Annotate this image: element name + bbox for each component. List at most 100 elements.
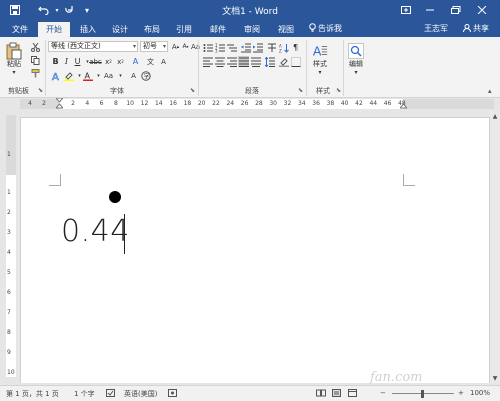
- subscript-icon[interactable]: x2: [103, 56, 114, 67]
- font-size-combo[interactable]: 初号 ▾: [140, 41, 168, 52]
- clipboard-launcher-icon[interactable]: ⬊: [38, 87, 43, 94]
- strikethrough-icon[interactable]: abc: [89, 56, 102, 67]
- font-color-icon[interactable]: A: [82, 70, 93, 81]
- read-mode-icon[interactable]: [316, 389, 326, 399]
- scroll-down-icon[interactable]: ▼: [490, 373, 500, 383]
- document-area[interactable]: 0.44: [20, 111, 490, 383]
- paste-dropdown-icon[interactable]: ▾: [12, 69, 15, 76]
- align-left-icon[interactable]: [202, 56, 213, 67]
- tab-view[interactable]: 视图: [272, 22, 300, 37]
- zoom-in-icon[interactable]: +: [458, 389, 464, 397]
- editing-dropdown-icon[interactable]: ▾: [354, 69, 357, 76]
- cut-icon[interactable]: [30, 42, 41, 53]
- font-size-dropdown-icon[interactable]: ▾: [163, 42, 166, 51]
- superscript-icon[interactable]: x2: [115, 56, 126, 67]
- status-bar: 第 1 页，共 1 页 1 个字 英语(美国) − + 100%: [0, 385, 500, 401]
- character-shading-icon[interactable]: A: [128, 70, 139, 81]
- close-icon[interactable]: [472, 2, 492, 18]
- macro-record-icon[interactable]: [168, 389, 177, 399]
- word-count[interactable]: 1 个字: [74, 389, 95, 399]
- character-border-icon[interactable]: A: [158, 56, 169, 67]
- right-indent-marker[interactable]: [398, 98, 409, 109]
- styles-group-label: 样式: [316, 87, 330, 95]
- tab-file[interactable]: 文件: [6, 22, 34, 37]
- user-name[interactable]: 王志军: [424, 23, 448, 34]
- ruler-number: 16: [169, 100, 177, 107]
- borders-icon[interactable]: [290, 56, 301, 67]
- language-indicator[interactable]: 英语(美国): [124, 389, 157, 399]
- copy-icon[interactable]: [30, 55, 41, 66]
- tab-review[interactable]: 审阅: [238, 22, 266, 37]
- tab-references[interactable]: 引用: [170, 22, 198, 37]
- zoom-slider-thumb[interactable]: [421, 390, 424, 398]
- shading-icon[interactable]: [278, 56, 289, 67]
- chinese-layout-icon[interactable]: [266, 42, 277, 53]
- ruler-number: 14: [154, 100, 163, 107]
- align-right-icon[interactable]: [226, 56, 237, 67]
- document-page[interactable]: 0.44: [20, 117, 490, 383]
- horizontal-ruler[interactable]: 4 2 2 4 6 8 10 12 14 16 18 20 22 24 26 28 30 32 34 36 38 40…: [0, 97, 500, 110]
- italic-icon[interactable]: I: [61, 56, 72, 67]
- align-center-icon[interactable]: [214, 56, 225, 67]
- vertical-scrollbar[interactable]: ▲ ▼: [490, 111, 500, 383]
- styles-launcher-icon[interactable]: ⬊: [336, 87, 341, 94]
- vruler-number: 5: [7, 269, 11, 276]
- font-name-combo[interactable]: 等线 (西文正文) ▾: [48, 41, 138, 52]
- font-size-aa-icon[interactable]: Aa: [103, 70, 114, 81]
- tab-mailings[interactable]: 邮件: [204, 22, 232, 37]
- collapse-ribbon-icon[interactable]: ▴: [488, 87, 492, 95]
- tab-layout[interactable]: 布局: [138, 22, 166, 37]
- zoom-level[interactable]: 100%: [470, 389, 490, 397]
- vertical-ruler[interactable]: 1 1 2 3 4 5 6 7 8 9 10: [6, 115, 16, 377]
- vruler-number: 2: [7, 209, 11, 216]
- share-button[interactable]: 共享: [455, 22, 497, 35]
- multilevel-list-icon[interactable]: [226, 42, 237, 53]
- paragraph-launcher-icon[interactable]: ⬊: [298, 87, 303, 94]
- show-hide-marks-icon[interactable]: ¶: [290, 42, 301, 53]
- restore-icon[interactable]: [446, 2, 466, 18]
- tab-insert[interactable]: 插入: [74, 22, 102, 37]
- enclose-character-icon[interactable]: 字: [140, 70, 151, 81]
- decrease-indent-icon[interactable]: [240, 42, 251, 53]
- tell-me-label: 告诉我: [318, 24, 342, 33]
- ruler-number: 12: [140, 100, 149, 107]
- highlight-icon[interactable]: [63, 70, 74, 81]
- print-layout-icon[interactable]: [332, 389, 341, 399]
- zoom-out-icon[interactable]: −: [380, 389, 386, 397]
- paste-button[interactable]: 粘贴 ▾: [6, 42, 22, 76]
- aa-dropdown-icon[interactable]: ▾: [115, 70, 126, 81]
- sort-icon[interactable]: AZ: [278, 42, 289, 53]
- tell-me-box[interactable]: 告诉我: [309, 23, 342, 34]
- minimize-icon[interactable]: [420, 2, 440, 18]
- left-indent-marker[interactable]: [54, 97, 65, 109]
- web-layout-icon[interactable]: [348, 389, 357, 399]
- clear-formatting-icon[interactable]: A: [130, 56, 141, 67]
- line-spacing-icon[interactable]: [264, 56, 275, 67]
- change-case-icon[interactable]: Aa: [190, 41, 201, 52]
- font-launcher-icon[interactable]: ⬊: [190, 87, 195, 94]
- tab-home[interactable]: 开始: [38, 22, 70, 37]
- tab-design[interactable]: 设计: [106, 22, 134, 37]
- ribbon-display-options-icon[interactable]: [396, 2, 416, 18]
- justify-icon[interactable]: [238, 56, 249, 67]
- styles-button[interactable]: A 样式 ▾: [312, 43, 328, 76]
- phonetic-guide-icon[interactable]: 文: [145, 56, 156, 67]
- bold-icon[interactable]: B: [50, 56, 61, 67]
- format-painter-icon[interactable]: [30, 68, 41, 79]
- increase-indent-icon[interactable]: [252, 42, 263, 53]
- document-text[interactable]: 0.44: [61, 214, 130, 249]
- ruler-number: 2: [42, 100, 46, 107]
- distributed-icon[interactable]: [250, 56, 261, 67]
- font-name-dropdown-icon[interactable]: ▾: [133, 42, 136, 51]
- proofing-icon[interactable]: [106, 389, 115, 399]
- watermark: fan.com: [370, 370, 423, 385]
- styles-dropdown-icon[interactable]: ▾: [318, 69, 321, 76]
- page-count[interactable]: 第 1 页，共 1 页: [6, 389, 59, 399]
- bullets-icon[interactable]: [202, 42, 213, 53]
- numbering-icon[interactable]: 123: [214, 42, 225, 53]
- text-effects-icon[interactable]: A: [50, 70, 61, 81]
- font-size-value: 初号: [143, 42, 157, 50]
- editing-button[interactable]: 编辑 ▾: [348, 43, 364, 76]
- ruler-number: 42: [355, 100, 363, 107]
- scroll-up-icon[interactable]: ▲: [490, 111, 500, 121]
